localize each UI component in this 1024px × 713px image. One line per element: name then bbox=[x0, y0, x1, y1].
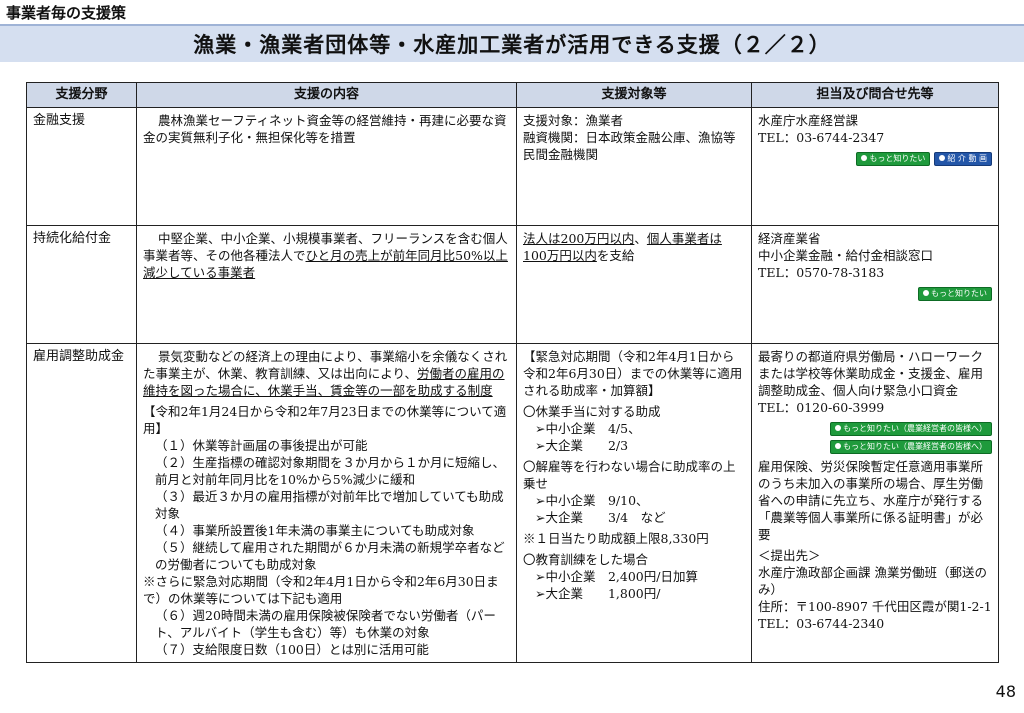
row-target: 支援対象：漁業者 融資機関：日本政策金融公庫、漁協等民間金融機関 bbox=[516, 107, 752, 226]
target-text: 法人は200万円以内、個人事業者は100万円以内を支給 bbox=[523, 230, 745, 264]
content-intro: 景気変動などの経済上の理由により、事業縮小を余儀なくされた事業主が、休業、教育訓… bbox=[143, 348, 510, 399]
contact-org: 水産庁水産経営課 bbox=[758, 113, 859, 128]
row-target: 【緊急対応期間（令和2年4月1日から令和2年6月30日）までの休業等に適用される… bbox=[516, 343, 752, 663]
intro-video-label: 紹 介 動 画 bbox=[947, 154, 987, 163]
contact-tel: TEL：03-6744-2347 bbox=[758, 130, 885, 145]
support-table: 支援分野 支援の内容 支援対象等 担当及び問合せ先等 金融支援 農林漁業セーフテ… bbox=[26, 82, 999, 663]
contact-tel: TEL：0570-78-3183 bbox=[758, 265, 885, 280]
target-rate: ➢大企業 1,800円/ bbox=[535, 586, 661, 601]
target-line: 支援対象：漁業者 bbox=[523, 113, 624, 128]
submit-address: 住所：〒100-8907 千代田区霞が関1-2-1 bbox=[758, 599, 992, 614]
target-underlined: 法人は200万円以内 bbox=[523, 231, 635, 246]
list-item: （２）生産指標の確認対象期間を３か月から１か月に短縮し、前月と対前年同月比を10… bbox=[155, 455, 506, 487]
row-content: 景気変動などの経済上の理由により、事業縮小を余儀なくされた事業主が、休業、教育訓… bbox=[136, 343, 517, 663]
target-rate: ➢大企業 3/4 など bbox=[535, 510, 666, 525]
learn-more-button[interactable]: もっと知りたい（農業経営者の皆様へ） bbox=[830, 422, 992, 436]
row-field: 金融支援 bbox=[26, 107, 137, 226]
header-contact: 担当及び問合せ先等 bbox=[751, 82, 999, 108]
target-rate: ➢大企業 2/3 bbox=[535, 438, 629, 453]
target-line: 融資機関：日本政策金融公庫、漁協等民間金融機関 bbox=[523, 130, 736, 162]
arrow-icon bbox=[923, 290, 929, 296]
header-field: 支援分野 bbox=[26, 82, 137, 108]
list-item: （１）休業等計画届の事後提出が可能 bbox=[155, 438, 368, 453]
target-group-title: 〇解雇等を行わない場合に助成率の上乗せ bbox=[523, 459, 736, 491]
learn-more-label: もっと知りたい（農業経営者の皆様へ） bbox=[843, 424, 987, 433]
list-item: （３）最近３か月の雇用指標が対前年比で増加していても助成対象 bbox=[155, 489, 504, 521]
row-target: 法人は200万円以内、個人事業者は100万円以内を支給 bbox=[516, 225, 752, 344]
learn-more-label: もっと知りたい bbox=[869, 154, 926, 163]
arrow-icon bbox=[939, 155, 946, 161]
section-label: 事業者毎の支援策 bbox=[6, 4, 127, 22]
header-target: 支援対象等 bbox=[516, 82, 752, 108]
row-content: 中堅企業、中小企業、小規模事業者、フリーランスを含む個人事業者等、その他各種法人… bbox=[136, 225, 517, 344]
arrow-icon bbox=[835, 443, 841, 449]
target-rate: ➢中小企業 2,400円/日加算 bbox=[535, 569, 698, 584]
target-rate: ➢中小企業 4/5、 bbox=[535, 421, 641, 436]
row-content: 農林漁業セーフティネット資金等の経営維持・再建に必要な資金の実質無利子化・無担保… bbox=[136, 107, 517, 226]
content-text: 中堅企業、中小企業、小規模事業者、フリーランスを含む個人事業者等、その他各種法人… bbox=[143, 230, 510, 281]
table-row: 金融支援 農林漁業セーフティネット資金等の経営維持・再建に必要な資金の実質無利子… bbox=[26, 107, 999, 226]
arrow-icon bbox=[861, 155, 868, 161]
table-header-row: 支援分野 支援の内容 支援対象等 担当及び問合せ先等 bbox=[26, 82, 999, 108]
row-field: 持続化給付金 bbox=[26, 225, 137, 344]
contact-insurance: 雇用保険、労災保険暫定任意適用事業所のうち未加入の事業所の場合、厚生労働省への申… bbox=[758, 459, 984, 542]
list-item: （６）週20時間未満の雇用保険被保険者でない労働者（パート、アルバイト（学生も含… bbox=[155, 608, 496, 640]
submit-label: ＜提出先＞ bbox=[758, 548, 821, 563]
page-title-bar: 漁業・漁業者団体等・水産加工業者が活用できる支援（２／２） bbox=[0, 24, 1024, 62]
intro-video-button[interactable]: 紹 介 動 画 bbox=[934, 152, 992, 166]
list-item: （７）支給限度日数（100日）とは別に活用可能 bbox=[155, 642, 429, 657]
list-item: （５）継続して雇用された期間が６か月未満の新規学卒者などの労働者についても助成対… bbox=[155, 540, 505, 572]
target-limit: ※１日当たり助成額上限8,330円 bbox=[523, 531, 709, 546]
submit-tel: TEL：03-6744-2340 bbox=[758, 616, 885, 631]
target-group-title: 〇教育訓練をした場合 bbox=[523, 552, 649, 567]
row-contact: 水産庁水産経営課 TEL：03-6744-2347 もっと知りたい 紹 介 動 … bbox=[751, 107, 999, 226]
page-number: 48 bbox=[995, 682, 1016, 701]
target-tail: を支給 bbox=[596, 248, 635, 263]
contact-org: 経済産業省 bbox=[758, 231, 821, 246]
learn-more-label: もっと知りたい（農業経営者の皆様へ） bbox=[843, 442, 987, 451]
arrow-icon bbox=[835, 425, 841, 431]
learn-more-button[interactable]: もっと知りたい bbox=[918, 287, 992, 301]
contact-tel: TEL：0120-60-3999 bbox=[758, 400, 885, 415]
contact-org: 最寄りの都道府県労働局・ハローワークまたは学校等休業助成金・支援金、雇用調整助成… bbox=[758, 349, 984, 398]
row-contact: 経済産業省 中小企業金融・給付金相談窓口 TEL：0570-78-3183 もっ… bbox=[751, 225, 999, 344]
row-contact: 最寄りの都道府県労働局・ハローワークまたは学校等休業助成金・支援金、雇用調整助成… bbox=[751, 343, 999, 663]
learn-more-button[interactable]: もっと知りたい（農業経営者の皆様へ） bbox=[830, 440, 992, 454]
target-rate: ➢中小企業 9/10、 bbox=[535, 493, 649, 508]
content-period: 【令和2年1月24日から令和2年7月23日までの休業等について適用】 bbox=[143, 404, 507, 436]
table-row: 持続化給付金 中堅企業、中小企業、小規模事業者、フリーランスを含む個人事業者等、… bbox=[26, 225, 999, 344]
page-title: 漁業・漁業者団体等・水産加工業者が活用できる支援（２／２） bbox=[193, 33, 831, 57]
table-row: 雇用調整助成金 景気変動などの経済上の理由により、事業縮小を余儀なくされた事業主… bbox=[26, 343, 999, 663]
target-sep: 、 bbox=[634, 231, 647, 246]
contact-dept: 中小企業金融・給付金相談窓口 bbox=[758, 248, 934, 263]
target-group-title: 〇休業手当に対する助成 bbox=[523, 404, 661, 419]
content-text: 農林漁業セーフティネット資金等の経営維持・再建に必要な資金の実質無利子化・無担保… bbox=[143, 113, 507, 145]
row-field: 雇用調整助成金 bbox=[26, 343, 137, 663]
learn-more-label: もっと知りたい bbox=[931, 289, 987, 298]
content-note: ※さらに緊急対応期間（令和2年4月1日から令和2年6月30日まで）の休業等につい… bbox=[143, 574, 499, 606]
header-content: 支援の内容 bbox=[136, 82, 517, 108]
list-item: （４）事業所設置後1年未満の事業主についても助成対象 bbox=[155, 523, 475, 538]
submit-to: 水産庁漁政部企画課 漁業労働班（郵送のみ） bbox=[758, 565, 987, 597]
learn-more-button[interactable]: もっと知りたい bbox=[856, 152, 931, 166]
target-period: 【緊急対応期間（令和2年4月1日から令和2年6月30日）までの休業等に適用される… bbox=[523, 349, 743, 398]
